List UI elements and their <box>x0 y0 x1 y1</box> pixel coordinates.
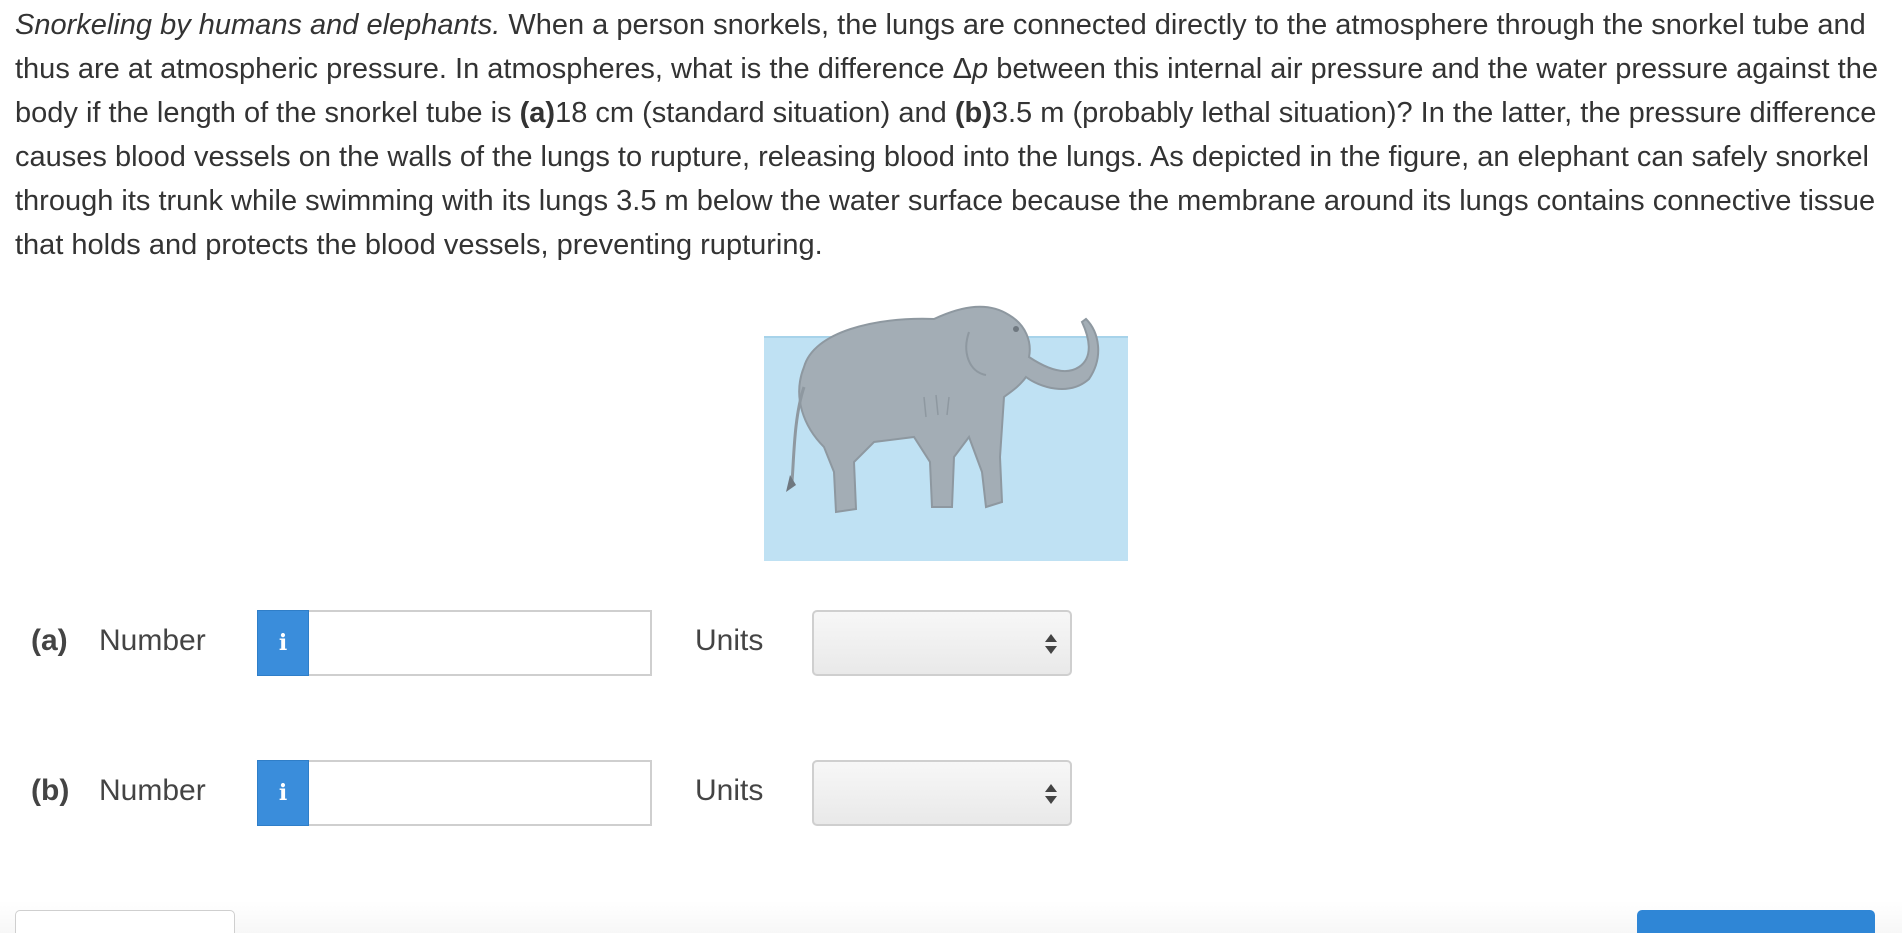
info-icon[interactable]: i <box>257 760 309 826</box>
select-arrows-icon <box>1045 784 1057 804</box>
units-label: Units <box>695 774 764 807</box>
answer-row-a: (a) Number i Units <box>0 610 1100 678</box>
part-a-value: 18 cm (standard situation) and <box>555 97 955 129</box>
problem-statement: Snorkeling by humans and elephants. When… <box>15 3 1887 267</box>
number-label: Number <box>99 774 206 807</box>
secondary-button[interactable] <box>15 910 235 933</box>
part-label: (a) <box>31 624 68 657</box>
footer-shade <box>0 900 1902 933</box>
number-label: Number <box>99 624 206 657</box>
part-b-marker: (b) <box>954 97 992 129</box>
question-page: Snorkeling by humans and elephants. When… <box>0 0 1902 933</box>
units-select-b[interactable] <box>812 760 1072 826</box>
primary-button[interactable] <box>1637 910 1875 933</box>
problem-lead: Snorkeling by humans and elephants. <box>15 9 501 41</box>
delta-p-symbol: p <box>972 53 989 85</box>
units-label: Units <box>695 624 764 657</box>
number-input-b[interactable] <box>309 760 652 826</box>
number-input-a[interactable] <box>309 610 652 676</box>
info-icon[interactable]: i <box>257 610 309 676</box>
units-select-a[interactable] <box>812 610 1072 676</box>
part-label: (b) <box>31 774 70 807</box>
part-a-marker: (a) <box>519 97 556 129</box>
answer-row-b: (b) Number i Units <box>0 760 1100 828</box>
select-arrows-icon <box>1045 634 1057 654</box>
elephant-snorkeling-figure <box>764 305 1128 561</box>
